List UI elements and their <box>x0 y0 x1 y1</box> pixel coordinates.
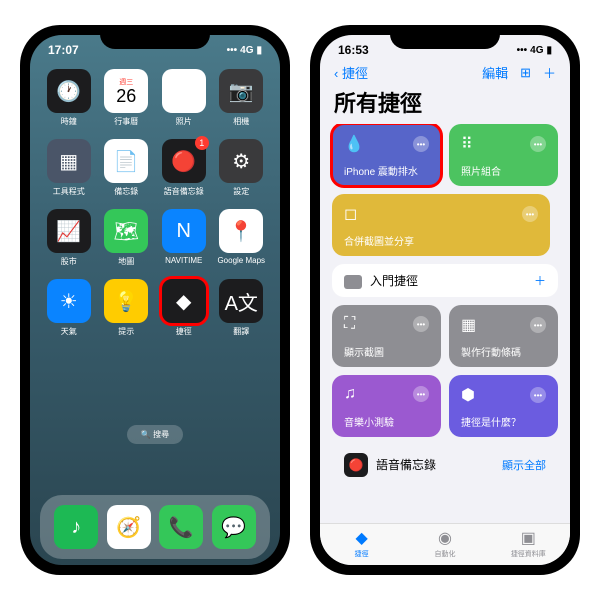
tab-捷徑[interactable]: ◆捷徑 <box>320 528 403 559</box>
phone-home: 17:07 ••• 4G ▮ 🕐時鐘週三26行事曆❀照片📷相機 ▦工具程式📄備忘錄… <box>20 25 290 575</box>
tab-自動化[interactable]: ◉自動化 <box>403 528 486 559</box>
notch <box>390 25 500 49</box>
grid-view-icon[interactable]: ⊞ <box>520 65 531 81</box>
nav-bar: ‹ 捷徑 編輯 ⊞ ＋ <box>320 61 570 84</box>
show-all-link[interactable]: 顯示全部 <box>502 457 546 473</box>
app-捷徑[interactable]: ◆捷徑 <box>159 279 209 337</box>
more-icon[interactable]: ••• <box>530 136 546 152</box>
app-相機[interactable]: 📷相機 <box>217 69 267 127</box>
app-NAVITIME[interactable]: NNAVITIME <box>159 209 209 267</box>
app-語音備忘錄[interactable]: 🔴1語音備忘錄 <box>159 139 209 197</box>
card-label: iPhone 震動排水 <box>344 163 429 178</box>
app-時鐘[interactable]: 🕐時鐘 <box>44 69 94 127</box>
search-pill[interactable]: 🔍 搜尋 <box>127 425 183 444</box>
card-icon: 💧 <box>344 134 364 154</box>
more-icon[interactable]: ••• <box>413 316 429 332</box>
app-照片[interactable]: ❀照片 <box>159 69 209 127</box>
starter-card[interactable]: ⬢ ••• 捷徑是什麼？ <box>449 375 558 437</box>
phone-shortcuts: 16:53 ••• 4G ▮ ‹ 捷徑 編輯 ⊞ ＋ 所有捷徑 💧 ••• iPho… <box>310 25 580 575</box>
dock-app[interactable]: 🧭 <box>107 505 151 549</box>
voice-memo-icon: 🔴 <box>344 453 368 477</box>
tab-icon: ◉ <box>438 528 452 548</box>
starter-card[interactable]: ⛶ ••• 顯示截圖 <box>332 305 441 367</box>
starter-card[interactable]: ▦ ••• 製作行動條碼 <box>449 305 558 367</box>
tab-icon: ▣ <box>521 528 536 548</box>
app-Google Maps[interactable]: 📍Google Maps <box>217 209 267 267</box>
status-right: ••• 4G ▮ <box>227 43 262 57</box>
starter-section-header[interactable]: 入門捷徑 ＋ <box>332 264 558 297</box>
shortcuts-screen: 16:53 ••• 4G ▮ ‹ 捷徑 編輯 ⊞ ＋ 所有捷徑 💧 ••• iPho… <box>320 35 570 565</box>
add-button[interactable]: ＋ <box>543 63 556 82</box>
app-行事曆[interactable]: 週三26行事曆 <box>102 69 152 127</box>
tab-label: 捷徑 <box>355 549 369 559</box>
app-地圖[interactable]: 🗺地圖 <box>102 209 152 267</box>
more-icon[interactable]: ••• <box>530 317 546 333</box>
more-icon[interactable]: ••• <box>413 136 429 152</box>
dock-app[interactable]: 📞 <box>159 505 203 549</box>
page-title: 所有捷徑 <box>320 84 570 124</box>
tab-label: 捷徑資料庫 <box>511 549 546 559</box>
dock-app[interactable]: ♪ <box>54 505 98 549</box>
card-label: 製作行動條碼 <box>461 344 546 359</box>
back-button[interactable]: ‹ 捷徑 <box>334 63 368 82</box>
card-icon: ◻ <box>344 204 357 224</box>
starter-shortcuts: ⛶ ••• 顯示截圖 ▦ ••• 製作行動條碼 ♫ ••• 音樂小測驗 ⬢ ••• 捷徑是什麼？ <box>332 305 558 437</box>
add-icon[interactable]: ＋ <box>534 272 546 289</box>
app-天氣[interactable]: ☀天氣 <box>44 279 94 337</box>
card-icon: ♫ <box>344 385 356 403</box>
shortcut-card[interactable]: ⠿ ••• 照片組合 <box>449 124 558 186</box>
my-shortcuts: 💧 ••• iPhone 震動排水 ⠿ ••• 照片組合 ◻ ••• 合併截圖並分享 <box>332 124 558 256</box>
dock-app[interactable]: 💬 <box>212 505 256 549</box>
app-翻譯[interactable]: A文翻譯 <box>217 279 267 337</box>
dock: ♪🧭📞💬 <box>40 495 270 559</box>
app-grid: 🕐時鐘週三26行事曆❀照片📷相機 ▦工具程式📄備忘錄🔴1語音備忘錄⚙設定 📈股市🗺地… <box>30 61 280 345</box>
more-icon[interactable]: ••• <box>530 387 546 403</box>
time: 16:53 <box>338 43 369 57</box>
app-工具程式[interactable]: ▦工具程式 <box>44 139 94 197</box>
tab-bar: ◆捷徑◉自動化▣捷徑資料庫 <box>320 523 570 565</box>
card-label: 捷徑是什麼？ <box>461 414 546 429</box>
app-股市[interactable]: 📈股市 <box>44 209 94 267</box>
app-提示[interactable]: 💡提示 <box>102 279 152 337</box>
edit-button[interactable]: 編輯 <box>482 63 508 82</box>
tab-icon: ◆ <box>356 528 368 548</box>
card-icon: ⛶ <box>344 315 355 333</box>
shortcut-card[interactable]: 💧 ••• iPhone 震動排水 <box>332 124 441 186</box>
more-icon[interactable]: ••• <box>413 386 429 402</box>
app-設定[interactable]: ⚙設定 <box>217 139 267 197</box>
notch <box>100 25 210 49</box>
card-icon: ▦ <box>461 315 476 335</box>
folder-icon <box>344 275 362 289</box>
card-label: 顯示截圖 <box>344 344 429 359</box>
starter-card[interactable]: ♫ ••• 音樂小測驗 <box>332 375 441 437</box>
status-right: ••• 4G ▮ <box>517 43 552 57</box>
card-label: 合併截圖並分享 <box>344 233 538 248</box>
card-icon: ⬢ <box>461 385 475 405</box>
card-icon: ⠿ <box>461 134 473 154</box>
list-item[interactable]: 🔴語音備忘錄 顯示全部 <box>332 445 558 485</box>
more-icon[interactable]: ••• <box>522 206 538 222</box>
home-screen: 17:07 ••• 4G ▮ 🕐時鐘週三26行事曆❀照片📷相機 ▦工具程式📄備忘錄… <box>30 35 280 565</box>
time: 17:07 <box>48 43 79 57</box>
app-備忘錄[interactable]: 📄備忘錄 <box>102 139 152 197</box>
tab-捷徑資料庫[interactable]: ▣捷徑資料庫 <box>487 528 570 559</box>
tab-label: 自動化 <box>434 549 455 559</box>
card-label: 音樂小測驗 <box>344 414 429 429</box>
content: 💧 ••• iPhone 震動排水 ⠿ ••• 照片組合 ◻ ••• 合併截圖並分享 入門捷徑 … <box>320 124 570 523</box>
shortcut-card[interactable]: ◻ ••• 合併截圖並分享 <box>332 194 550 256</box>
card-label: 照片組合 <box>461 163 546 178</box>
